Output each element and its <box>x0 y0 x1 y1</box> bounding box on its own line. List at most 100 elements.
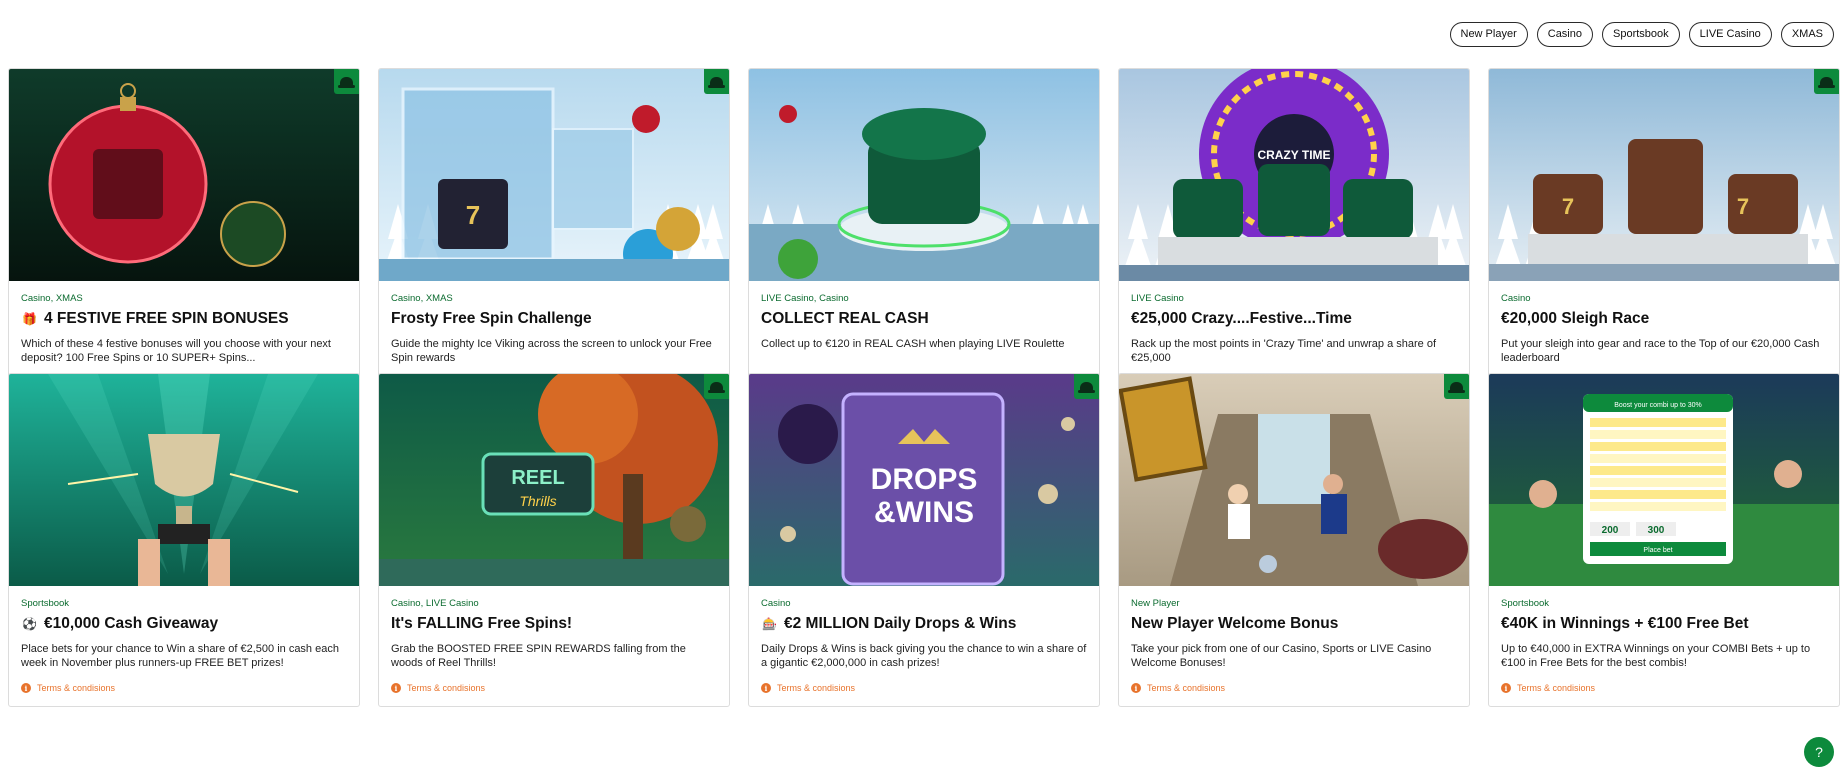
promo-title-text: €20,000 Sleigh Race <box>1501 310 1650 327</box>
soccer-ball-icon: ⚽ <box>22 617 37 631</box>
svg-text:&WINS: &WINS <box>874 496 974 529</box>
promo-description: Daily Drops & Wins is back giving you th… <box>761 643 1087 669</box>
promo-tags: Casino <box>761 598 791 609</box>
promo-card[interactable]: 77 Casino €20,000 Sleigh Race Put your s… <box>1488 68 1840 402</box>
info-icon: i <box>1131 683 1141 693</box>
promo-description: Grab the BOOSTED FREE SPIN REWARDS falli… <box>391 643 686 669</box>
slot-machine-icon: 🎰 <box>762 617 777 631</box>
promo-tags: Casino, XMAS <box>391 293 453 304</box>
support-chat-button[interactable]: ? <box>1804 737 1834 767</box>
chat-icon: ? <box>1815 744 1823 760</box>
bowler-hat-badge-icon <box>1074 374 1099 399</box>
terms-link[interactable]: i Terms & condisions <box>1131 683 1225 693</box>
promo-tags: Casino, XMAS <box>21 293 83 304</box>
promo-title-text: 4 FESTIVE FREE SPIN BONUSES <box>44 310 289 327</box>
terms-label: Terms & condisions <box>37 683 116 693</box>
promo-description: Put your sleigh into gear and race to th… <box>1501 338 1820 364</box>
promo-card[interactable]: Boost your combi up to 30% 200 300 Place… <box>1488 373 1840 707</box>
terms-link[interactable]: i Terms & condisions <box>391 683 485 693</box>
svg-text:7: 7 <box>1737 194 1749 219</box>
promo-title-text: €25,000 Crazy....Festive...Time <box>1131 310 1352 327</box>
promo-image[interactable]: Boost your combi up to 30% 200 300 Place… <box>1489 374 1839 586</box>
filter-pill-live-casino[interactable]: LIVE Casino <box>1688 22 1772 47</box>
promo-title-text: COLLECT REAL CASH <box>761 310 929 327</box>
promo-title[interactable]: 🎰 €2 MILLION Daily Drops & Wins <box>761 615 1089 633</box>
promo-description: Which of these 4 festive bonuses will yo… <box>21 338 331 364</box>
svg-text:7: 7 <box>466 200 480 230</box>
promo-card[interactable]: Sportsbook ⚽ €10,000 Cash Giveaway Place … <box>8 373 360 707</box>
promo-image[interactable] <box>9 374 359 586</box>
promo-title[interactable]: New Player Welcome Bonus <box>1131 615 1459 633</box>
category-filter-bar: New Player Casino Sportsbook LIVE Casino XMA… <box>1449 22 1834 47</box>
promo-title[interactable]: ⚽ €10,000 Cash Giveaway <box>21 615 349 633</box>
promo-image[interactable]: REEL Thrills <box>379 374 729 586</box>
filter-pill-xmas[interactable]: XMAS <box>1780 22 1834 47</box>
promo-description: Collect up to €120 in REAL CASH when pla… <box>761 338 1065 350</box>
promo-title[interactable]: €25,000 Crazy....Festive...Time <box>1131 310 1459 328</box>
promo-tags: New Player <box>1131 598 1180 609</box>
bowler-hat-badge-icon <box>1444 374 1469 399</box>
promo-description: Place bets for your chance to Win a shar… <box>21 643 339 669</box>
filter-pill-new-player[interactable]: New Player <box>1449 22 1528 47</box>
promo-card[interactable]: New Player New Player Welcome Bonus Take… <box>1118 373 1470 707</box>
promo-title-text: It's FALLING Free Spins! <box>391 615 573 632</box>
svg-text:Thrills: Thrills <box>519 493 556 509</box>
promo-card[interactable]: LIVE Casino, Casino COLLECT REAL CASH Co… <box>748 68 1100 402</box>
terms-link[interactable]: i Terms & condisions <box>1501 683 1595 693</box>
promo-image[interactable]: DROPS &WINS <box>749 374 1099 586</box>
promo-card[interactable]: 7 Casino, XMAS Frosty Free Spin Challeng… <box>378 68 730 402</box>
svg-text:7: 7 <box>1562 194 1574 219</box>
promo-title-text: €2 MILLION Daily Drops & Wins <box>784 615 1017 632</box>
terms-label: Terms & condisions <box>407 683 486 693</box>
promo-title[interactable]: €40K in Winnings + €100 Free Bet <box>1501 615 1829 633</box>
info-icon: i <box>1501 683 1511 693</box>
promo-description: Rack up the most points in 'Crazy Time' … <box>1131 338 1437 364</box>
promo-image[interactable] <box>1119 374 1469 586</box>
filter-pill-sportsbook[interactable]: Sportsbook <box>1602 22 1680 47</box>
promo-card[interactable]: DROPS &WINS Casino 🎰 €2 MILLION Daily Dro… <box>748 373 1100 707</box>
terms-link[interactable]: i Terms & condisions <box>21 683 115 693</box>
info-icon: i <box>21 683 31 693</box>
svg-text:CRAZY TIME: CRAZY TIME <box>1257 148 1330 162</box>
terms-link[interactable]: i Terms & condisions <box>761 683 855 693</box>
promo-title-text: New Player Welcome Bonus <box>1131 615 1339 632</box>
promo-title[interactable]: Frosty Free Spin Challenge <box>391 310 719 328</box>
promo-title[interactable]: €20,000 Sleigh Race <box>1501 310 1829 328</box>
promo-title[interactable]: 🎁 4 FESTIVE FREE SPIN BONUSES <box>21 310 349 328</box>
promo-image[interactable] <box>749 69 1099 281</box>
promo-image[interactable]: 7 <box>379 69 729 281</box>
svg-text:Place bet: Place bet <box>1643 547 1672 554</box>
info-icon: i <box>761 683 771 693</box>
promo-description: Guide the mighty Ice Viking across the s… <box>391 338 712 364</box>
promo-description: Up to €40,000 in EXTRA Winnings on your … <box>1501 643 1811 669</box>
promo-title-text: Frosty Free Spin Challenge <box>391 310 592 327</box>
promo-image[interactable] <box>9 69 359 281</box>
promo-tags: LIVE Casino <box>1131 293 1184 304</box>
bowler-hat-badge-icon <box>1814 69 1839 94</box>
terms-label: Terms & condisions <box>777 683 856 693</box>
promo-title-text: €40K in Winnings + €100 Free Bet <box>1501 615 1749 632</box>
svg-text:200: 200 <box>1602 525 1619 536</box>
bowler-hat-badge-icon <box>704 374 729 399</box>
terms-label: Terms & condisions <box>1147 683 1226 693</box>
svg-text:Boost your combi up to 30%: Boost your combi up to 30% <box>1614 402 1702 409</box>
promo-tags: Casino, LIVE Casino <box>391 598 479 609</box>
promo-title[interactable]: It's FALLING Free Spins! <box>391 615 719 633</box>
promo-tags: Sportsbook <box>21 598 70 609</box>
promo-card[interactable]: CRAZY TIME LIVE Casino €25,000 Crazy....… <box>1118 68 1470 402</box>
promo-tags: Casino <box>1501 293 1531 304</box>
bowler-hat-badge-icon <box>334 69 359 94</box>
terms-label: Terms & condisions <box>1517 683 1596 693</box>
promo-tags: Sportsbook <box>1501 598 1550 609</box>
svg-text:DROPS: DROPS <box>871 463 978 496</box>
promo-title-text: €10,000 Cash Giveaway <box>44 615 219 632</box>
svg-text:300: 300 <box>1648 525 1665 536</box>
promo-card[interactable]: Casino, XMAS 🎁 4 FESTIVE FREE SPIN BONUSE… <box>8 68 360 402</box>
promo-card[interactable]: REEL Thrills Casino, LIVE Casino It's FA… <box>378 373 730 707</box>
gift-icon: 🎁 <box>22 312 37 326</box>
promo-image[interactable]: 77 <box>1489 69 1839 281</box>
filter-pill-casino[interactable]: Casino <box>1536 22 1593 47</box>
bowler-hat-badge-icon <box>704 69 729 94</box>
promo-image[interactable]: CRAZY TIME <box>1119 69 1469 281</box>
promo-title[interactable]: COLLECT REAL CASH <box>761 310 1089 328</box>
